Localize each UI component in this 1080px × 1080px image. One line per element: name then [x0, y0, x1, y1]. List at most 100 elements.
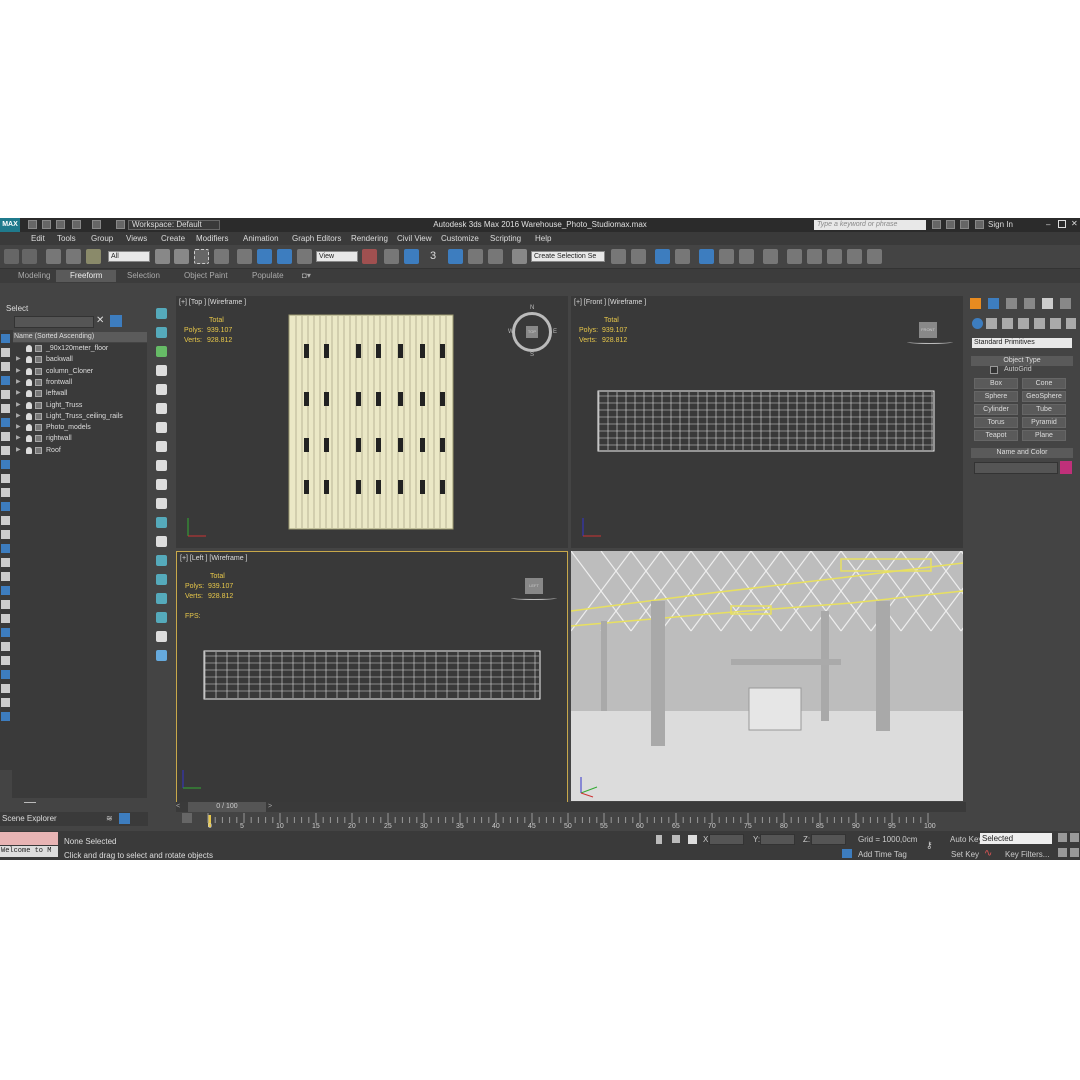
- layer-manager-icon[interactable]: [655, 249, 670, 264]
- isolate-icon[interactable]: [672, 835, 680, 843]
- viewcube-top[interactable]: TOP: [526, 326, 538, 338]
- viewcube-left[interactable]: LEFT: [525, 578, 543, 594]
- motion-tab-icon[interactable]: [1024, 298, 1035, 309]
- display-filter-icon[interactable]: [1, 376, 10, 385]
- list-item[interactable]: ▶ rightwall: [12, 433, 147, 444]
- viewport-top[interactable]: [+] [Top ] [Wireframe ] Total Polys: 939.…: [176, 296, 568, 548]
- absolute-mode-icon[interactable]: [688, 835, 697, 844]
- maxscript-output[interactable]: Welcome to M: [0, 846, 58, 857]
- align-icon[interactable]: [631, 249, 646, 264]
- reference-coordinate-dropdown[interactable]: View: [316, 251, 358, 262]
- light-bulb-icon[interactable]: [26, 378, 32, 386]
- light-bulb-icon[interactable]: [26, 390, 32, 398]
- x-coordinate-field[interactable]: [709, 834, 744, 845]
- cone-button[interactable]: Cone: [1022, 378, 1066, 389]
- display-tab-icon[interactable]: [1042, 298, 1053, 309]
- add-time-tag[interactable]: Add Time Tag: [858, 850, 907, 859]
- light-bulb-icon[interactable]: [26, 367, 32, 375]
- display-filter-icon[interactable]: [1, 362, 10, 371]
- light-bulb-icon[interactable]: [26, 356, 32, 364]
- viewport-tool-icon[interactable]: [156, 536, 167, 547]
- y-coordinate-field[interactable]: [760, 834, 795, 845]
- viewport-left[interactable]: [+] [Left ] [Wireframe ] Total Polys: 939…: [176, 551, 568, 803]
- shapes-icon[interactable]: [986, 318, 997, 329]
- minimize-icon[interactable]: –: [1046, 220, 1050, 229]
- maximize-icon[interactable]: [1058, 220, 1066, 228]
- lights-icon[interactable]: [1002, 318, 1013, 329]
- expand-icon[interactable]: ▶: [16, 433, 21, 444]
- time-slider-thumb[interactable]: 0 / 100: [188, 802, 266, 812]
- object-type-rollout[interactable]: Object Type: [971, 356, 1073, 366]
- tab-object-paint[interactable]: Object Paint: [184, 271, 228, 280]
- display-filter-icon[interactable]: [1, 404, 10, 413]
- track-bar[interactable]: 0 5 10 15 20 25 30 35 40 45 50 55 60 65 70 75 80 85 90 95 10…: [176, 813, 966, 830]
- viewport-left-label[interactable]: [+] [Left ] [Wireframe ]: [180, 555, 248, 562]
- auto-key-button[interactable]: Auto Key: [950, 835, 982, 844]
- move-icon[interactable]: [237, 249, 252, 264]
- menu-customize[interactable]: Customize: [441, 234, 479, 243]
- torus-button[interactable]: Torus: [974, 417, 1018, 428]
- render-activeshade-icon[interactable]: [847, 249, 862, 264]
- expand-icon[interactable]: ▶: [16, 445, 21, 456]
- box-button[interactable]: Box: [974, 378, 1018, 389]
- scale-icon[interactable]: [277, 249, 292, 264]
- menu-create[interactable]: Create: [161, 234, 185, 243]
- time-next-icon[interactable]: >: [268, 802, 272, 812]
- expand-icon[interactable]: ▶: [16, 422, 21, 433]
- utilities-tab-icon[interactable]: [1060, 298, 1071, 309]
- viewport-tool-icon[interactable]: [156, 422, 167, 433]
- list-item[interactable]: ▶ Photo_models: [12, 422, 147, 433]
- viewport-tool-icon[interactable]: [156, 479, 167, 490]
- helpers-icon[interactable]: [1034, 318, 1045, 329]
- display-filter-icon[interactable]: [1, 572, 10, 581]
- explorer-search-field[interactable]: [14, 316, 94, 328]
- list-item[interactable]: ▶ leftwall: [12, 388, 147, 399]
- display-filter-icon[interactable]: [1, 656, 10, 665]
- display-filter-icon[interactable]: [1, 586, 10, 595]
- material-editor-icon[interactable]: [739, 249, 754, 264]
- list-item[interactable]: ▶ backwall: [12, 354, 147, 365]
- viewport-tool-icon[interactable]: [156, 631, 167, 642]
- expand-icon[interactable]: ▶: [16, 411, 21, 422]
- selection-filter-dropdown[interactable]: All: [108, 251, 150, 262]
- toggle-explorer-icon[interactable]: [110, 315, 122, 327]
- pyramid-button[interactable]: Pyramid: [1022, 417, 1066, 428]
- star-icon[interactable]: [946, 220, 955, 229]
- next-frame-icon[interactable]: [1070, 848, 1079, 857]
- list-item[interactable]: ▶ Light_Truss_ceiling_rails: [12, 411, 147, 422]
- menu-tools[interactable]: Tools: [57, 234, 76, 243]
- viewport-tool-icon[interactable]: [156, 460, 167, 471]
- track-bar-toggle-icon[interactable]: [182, 813, 192, 823]
- spinner-snap-icon[interactable]: [488, 249, 503, 264]
- snap-toggle[interactable]: 3: [430, 250, 436, 262]
- menu-civil-view[interactable]: Civil View: [397, 234, 432, 243]
- menu-views[interactable]: Views: [126, 234, 147, 243]
- go-to-start-icon[interactable]: [1058, 833, 1067, 842]
- expand-icon[interactable]: ▶: [16, 400, 21, 411]
- layer-explorer-icon[interactable]: ≋: [106, 814, 113, 823]
- window-crossing-icon[interactable]: [214, 249, 229, 264]
- user-icon[interactable]: [975, 220, 984, 229]
- undo-icon[interactable]: [4, 249, 19, 264]
- cameras-icon[interactable]: [1018, 318, 1029, 329]
- autogrid-checkbox[interactable]: [990, 366, 998, 374]
- viewport-tool-icon[interactable]: [156, 593, 167, 604]
- sign-in-link[interactable]: Sign In: [988, 220, 1013, 229]
- viewport-tool-icon[interactable]: [156, 517, 167, 528]
- viewport-front-label[interactable]: [+] [Front ] [Wireframe ]: [574, 299, 646, 306]
- select-object-icon[interactable]: [155, 249, 170, 264]
- rotate-icon[interactable]: [257, 249, 272, 264]
- edit-named-selection-icon[interactable]: [512, 249, 527, 264]
- search-input[interactable]: Type a keyword or phrase: [814, 220, 926, 230]
- rendered-frame-icon[interactable]: [787, 249, 802, 264]
- redo-icon[interactable]: [22, 249, 37, 264]
- list-item[interactable]: ▶ Roof: [12, 445, 147, 456]
- display-filter-icon[interactable]: [1, 614, 10, 623]
- set-key-button[interactable]: Set Key: [951, 850, 979, 859]
- pivot-center-icon[interactable]: [362, 249, 377, 264]
- display-filter-icon[interactable]: [1, 628, 10, 637]
- time-prev-icon[interactable]: <: [176, 802, 180, 812]
- tab-freeform[interactable]: Freeform: [56, 270, 117, 282]
- clear-filter-icon[interactable]: ✕: [96, 315, 104, 326]
- menu-rendering[interactable]: Rendering: [351, 234, 388, 243]
